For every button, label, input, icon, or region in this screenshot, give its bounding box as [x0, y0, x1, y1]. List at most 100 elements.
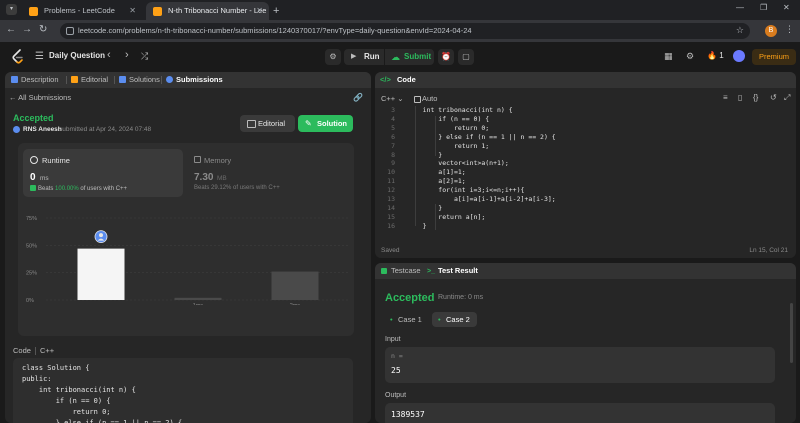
line-number: 10	[387, 168, 395, 177]
tab-submissions[interactable]: Submissions	[166, 72, 223, 88]
prev-problem-icon[interactable]: ‹	[107, 49, 111, 61]
submitted-at-text: submitted at Apr 24, 2024 07:48	[59, 126, 152, 133]
format-code-icon[interactable]: ≡	[723, 93, 728, 102]
premium-button[interactable]: Premium	[752, 49, 796, 65]
tab-test-result[interactable]: Test Result	[427, 263, 478, 280]
new-tab-icon[interactable]: +	[273, 2, 279, 20]
bookmark-icon[interactable]: ▯	[738, 93, 742, 102]
next-problem-icon[interactable]: ›	[125, 49, 129, 61]
output-box: 1389537	[385, 403, 775, 423]
tab-solutions[interactable]: Solutions	[119, 72, 160, 88]
case-1-tab[interactable]: Case 1	[384, 312, 429, 327]
line-number: 12	[387, 186, 395, 195]
code-editor[interactable]: 3 int tribonacci(int n) {4 if (n == 0) {…	[375, 104, 796, 244]
performance-stats-box: Runtime 0 ms Beats 100.00% of users with…	[18, 143, 354, 400]
problem-list-title[interactable]: Daily Question	[49, 51, 105, 60]
url-text[interactable]: leetcode.com/problems/n-th-tribonacci-nu…	[78, 23, 472, 39]
result-scrollbar[interactable]	[790, 303, 793, 363]
output-value[interactable]: 1389537	[391, 410, 425, 419]
submission-status: Accepted	[13, 113, 54, 123]
clock-icon	[30, 156, 38, 164]
browser-tab-tribonacci[interactable]: N-th Tribonacci Number - Lee ✕	[146, 2, 269, 20]
line-number: 14	[387, 203, 395, 212]
window-close-icon[interactable]: ✕	[783, 3, 790, 12]
input-value[interactable]: 25	[391, 366, 401, 375]
tab-testcase[interactable]: Testcase	[381, 263, 421, 279]
submitted-code-block[interactable]: class Solution {public: int tribonacci(i…	[13, 358, 353, 423]
line-number: 3	[391, 106, 395, 114]
reset-icon[interactable]: ↺	[770, 93, 777, 102]
test-result-status: Accepted	[385, 292, 435, 304]
close-tab-icon[interactable]: ✕	[129, 2, 136, 20]
streak-counter[interactable]: 🔥 1	[707, 51, 724, 60]
code-line: }	[407, 150, 443, 159]
y-tick-label: 25%	[26, 271, 37, 277]
chart-bar[interactable]	[174, 297, 222, 300]
site-info-icon[interactable]	[66, 27, 74, 35]
code-editor-panel: </> Code C++ ⌄ Auto ≡ ▯ {} ↺ ⤢ 3 int tri…	[375, 72, 796, 258]
notes-icon[interactable]: ▢	[458, 49, 474, 65]
forward-icon[interactable]: →	[22, 24, 32, 35]
close-tab-icon[interactable]: ✕	[256, 2, 263, 20]
line-number: 4	[391, 114, 395, 123]
browser-menu-icon[interactable]: ⋮	[785, 24, 794, 35]
x-tick-label: 1ms	[193, 303, 204, 305]
beats-percent: 100.00%	[55, 186, 79, 192]
problem-list-icon[interactable]: ☰	[35, 51, 44, 62]
submit-button[interactable]: Submit	[385, 49, 434, 65]
browser-tab-problems[interactable]: Problems - LeetCode ✕	[22, 2, 142, 20]
share-link-icon[interactable]: 🔗	[353, 93, 363, 102]
bookmark-star-icon[interactable]: ☆	[736, 25, 744, 36]
code-line: return 0;	[407, 123, 490, 132]
code-line: int tribonacci(int n) {	[22, 386, 136, 394]
editorial-button[interactable]: Editorial	[240, 115, 295, 132]
braces-icon[interactable]: {}	[753, 93, 758, 102]
case-2-tab[interactable]: Case 2	[432, 312, 477, 327]
submitter-name[interactable]: RNS Aneesh	[23, 126, 62, 133]
browser-tab-strip: ▾ Problems - LeetCode ✕ N-th Tribonacci …	[0, 0, 800, 20]
chart-bar[interactable]	[77, 248, 125, 300]
address-bar[interactable]: leetcode.com/problems/n-th-tribonacci-nu…	[60, 23, 750, 39]
solutions-icon	[119, 76, 126, 83]
maximize-icon[interactable]: ❐	[760, 3, 767, 12]
streak-count: 1	[719, 51, 724, 60]
code-line: }	[407, 221, 427, 230]
all-submissions-link[interactable]: ← All Submissions	[9, 93, 71, 102]
cursor-position: Ln 15, Col 21	[749, 247, 788, 254]
minimize-icon[interactable]: —	[736, 3, 744, 12]
language-value: C++	[381, 94, 396, 103]
language-select[interactable]: C++ ⌄	[381, 94, 404, 103]
auto-mode-toggle[interactable]: Auto	[413, 94, 437, 103]
tab-description[interactable]: Description	[11, 72, 59, 88]
code-line: return 1;	[407, 141, 490, 150]
chart-bar[interactable]	[271, 271, 319, 300]
run-button[interactable]: Run	[344, 49, 384, 65]
runtime-card[interactable]: Runtime 0 ms Beats 100.00% of users with…	[23, 149, 183, 197]
runtime-distribution-chart[interactable]: 75% 50% 25% 0% 1ms 2ms	[18, 205, 354, 305]
code-line: for(int i=3;i<=n;i++){	[407, 186, 525, 195]
shuffle-icon[interactable]: ⤮	[141, 51, 148, 62]
layout-grid-icon[interactable]: ▦	[664, 51, 673, 62]
reload-icon[interactable]: ↻	[39, 24, 47, 35]
editorial-icon	[71, 76, 78, 83]
back-icon[interactable]: ←	[6, 24, 16, 35]
leetcode-logo-icon[interactable]	[11, 49, 25, 65]
settings-gear-icon[interactable]: ⚙	[686, 51, 694, 62]
code-line: if (n == 0) {	[407, 114, 490, 123]
user-avatar[interactable]	[733, 50, 745, 62]
tab-editorial[interactable]: Editorial	[71, 72, 108, 88]
debug-button[interactable]: ⚙	[325, 49, 341, 65]
solution-button[interactable]: Solution	[298, 115, 353, 132]
tab-search-icon[interactable]: ▾	[6, 4, 17, 15]
tab-label: Solutions	[129, 75, 160, 84]
memory-label[interactable]: Memory	[204, 156, 231, 165]
test-result-panel: Testcase Test Result Accepted Runtime: 0…	[375, 263, 796, 423]
code-language-label: C++	[40, 346, 55, 355]
timer-icon[interactable]: ⏰	[438, 49, 454, 65]
fullscreen-icon[interactable]: ⤢	[784, 93, 790, 103]
indent-guide	[415, 106, 416, 226]
browser-profile-avatar[interactable]: B	[765, 25, 777, 37]
code-bracket-icon: </>	[380, 75, 391, 84]
avatar-head	[99, 233, 103, 238]
code-line: return 0;	[22, 408, 111, 416]
